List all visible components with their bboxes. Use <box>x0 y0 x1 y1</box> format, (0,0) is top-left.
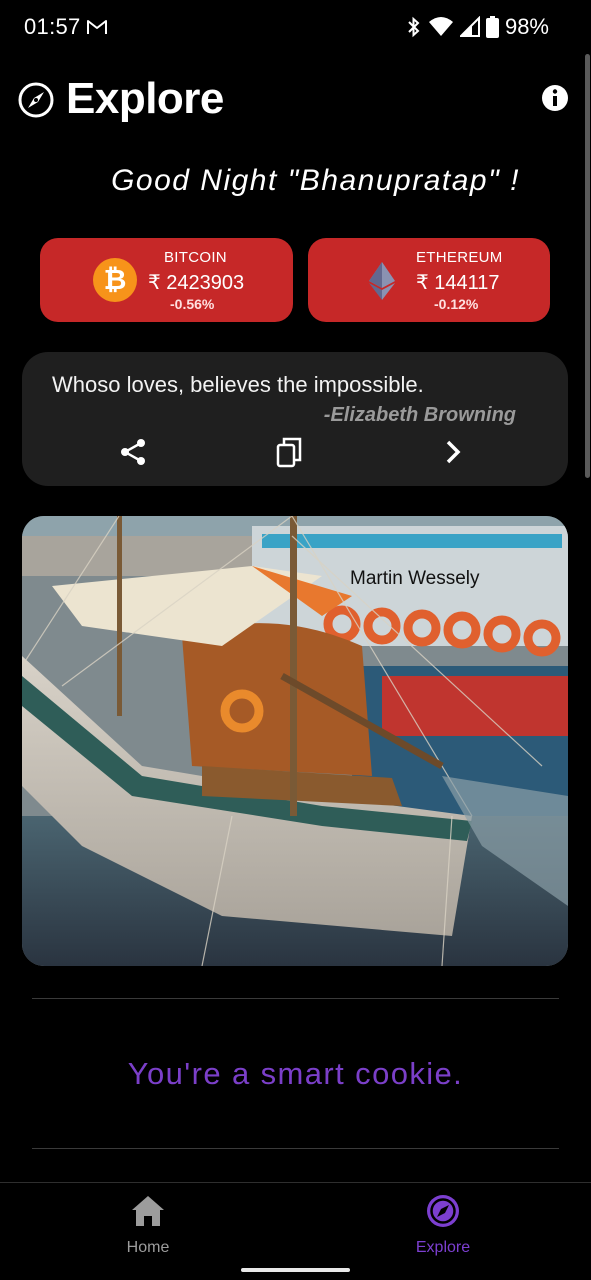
ethereum-icon <box>369 262 395 300</box>
scrollbar[interactable] <box>585 54 590 478</box>
home-indicator[interactable] <box>241 1268 350 1272</box>
nav-label: Home <box>126 1239 170 1256</box>
bottom-navigation: Home Explore <box>0 1182 591 1280</box>
battery-percent: 98% <box>504 14 549 39</box>
signal-icon <box>459 16 480 37</box>
home-icon <box>132 1196 164 1226</box>
crypto-price: ₹ 2423903 <box>148 272 245 294</box>
photo-credit: Martin Wessely <box>350 568 480 589</box>
copy-icon[interactable] <box>274 436 306 468</box>
compliment-text: You're a smart cookie. <box>127 1056 464 1091</box>
nav-home[interactable]: Home <box>88 1193 208 1257</box>
crypto-name: ETHEREUM <box>416 249 503 266</box>
quote-author: -Elizabeth Browning <box>323 404 516 426</box>
featured-photo[interactable]: Martin Wessely <box>22 516 568 966</box>
share-icon[interactable] <box>117 436 149 468</box>
compass-icon <box>18 82 54 118</box>
status-time: 01:57 <box>24 14 81 39</box>
status-bar: 01:57 98% <box>0 0 591 56</box>
next-icon[interactable] <box>437 436 469 468</box>
crypto-change: -0.12% <box>434 296 479 312</box>
crypto-change: -0.56% <box>170 296 215 312</box>
status-icons: 98% <box>406 14 549 40</box>
boat-image <box>22 516 568 966</box>
wifi-icon <box>428 17 453 36</box>
bluetooth-icon <box>408 16 420 38</box>
info-icon[interactable] <box>541 84 569 112</box>
nav-explore[interactable]: Explore <box>383 1193 503 1257</box>
battery-icon <box>485 16 499 38</box>
compass-icon <box>427 1195 459 1227</box>
nav-label: Explore <box>415 1239 471 1256</box>
page-title: Explore <box>66 74 224 123</box>
bitcoin-card[interactable]: ₿ BITCOIN ₹ 2423903 -0.56% <box>40 238 293 322</box>
divider <box>32 998 559 999</box>
ethereum-card[interactable]: ETHEREUM ₹ 144117 -0.12% <box>308 238 550 322</box>
greeting-text: Good Night "Bhanupratap" ! <box>111 164 520 197</box>
divider <box>32 1148 559 1149</box>
app-header: Explore <box>18 74 569 126</box>
crypto-price: ₹ 144117 <box>416 272 500 294</box>
gmail-icon <box>87 20 107 34</box>
quote-text: Whoso loves, believes the impossible. <box>52 372 424 397</box>
crypto-name: BITCOIN <box>164 249 227 266</box>
bitcoin-icon: ₿ <box>93 258 137 302</box>
quote-card: Whoso loves, believes the impossible. -E… <box>22 352 568 486</box>
